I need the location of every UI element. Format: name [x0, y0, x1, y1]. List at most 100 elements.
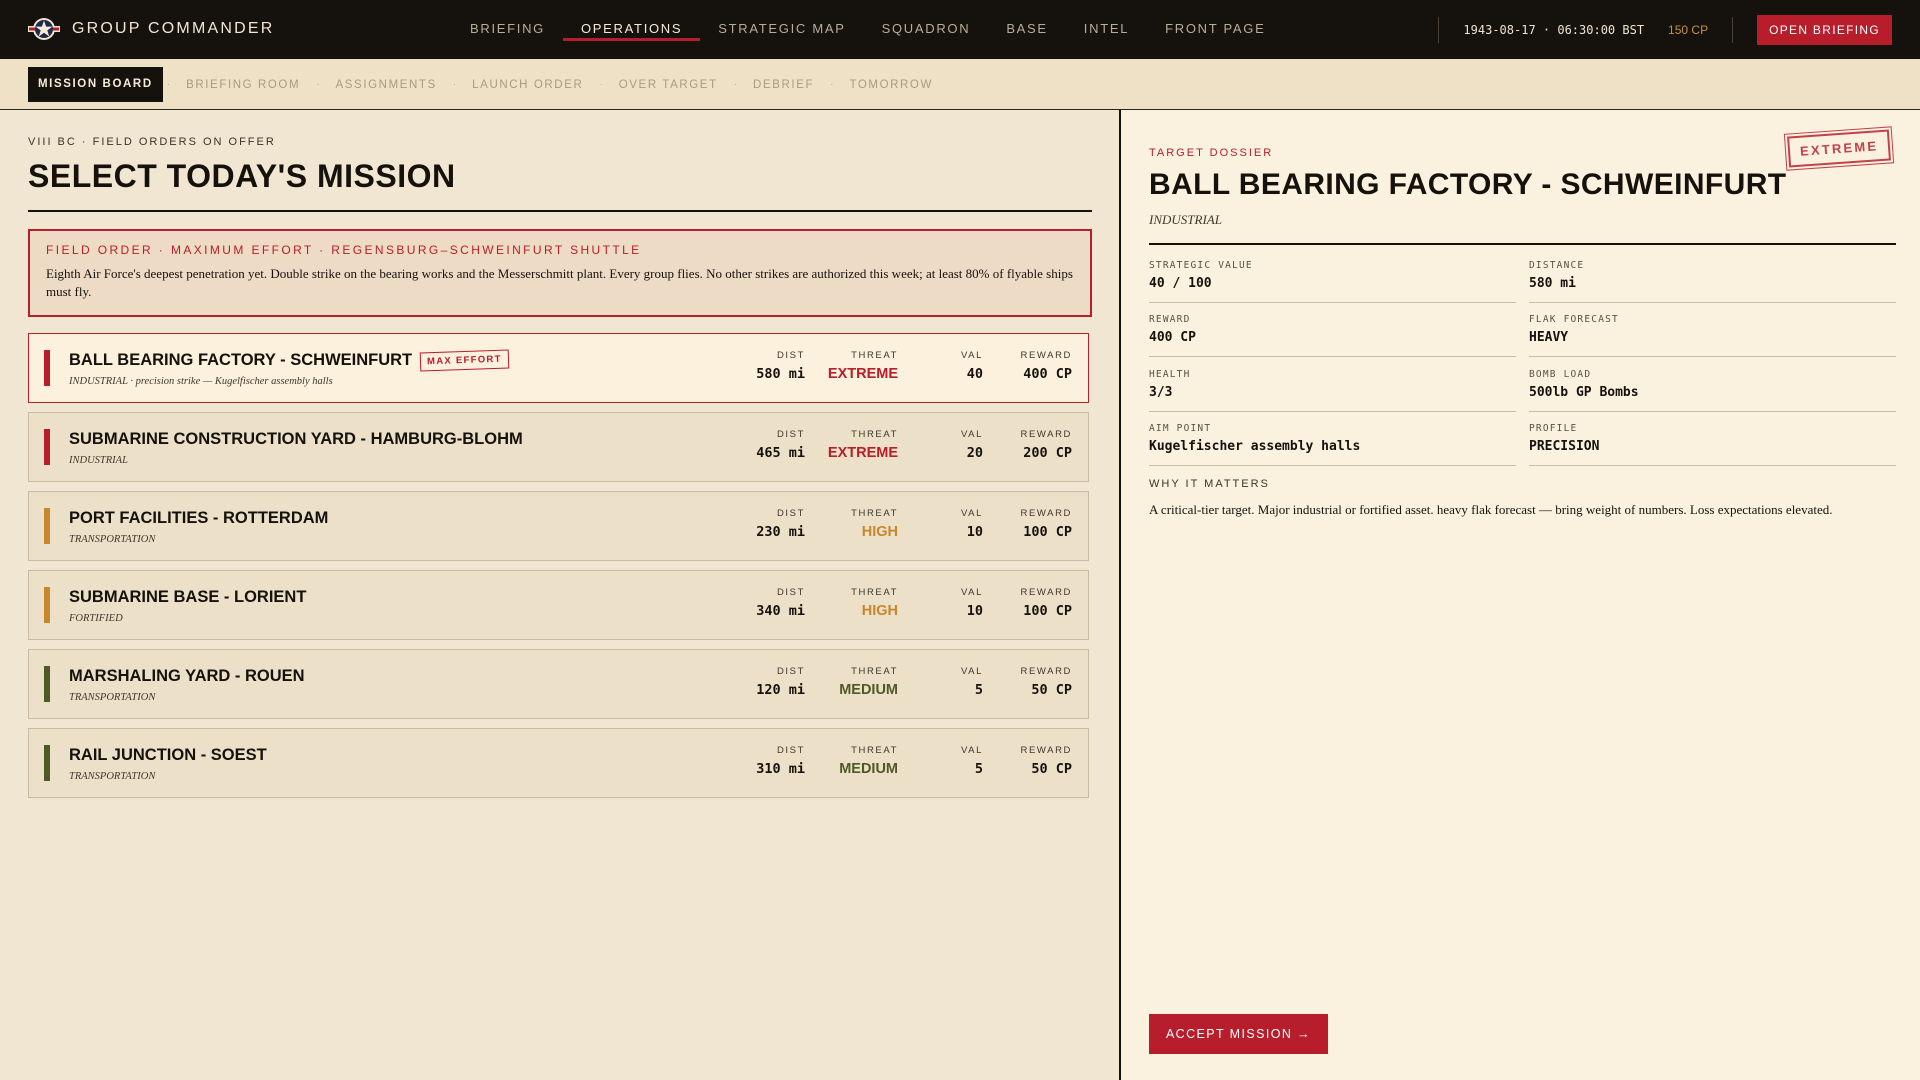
dossier-divider: [1149, 243, 1896, 245]
fact-value: 40 / 100: [1149, 276, 1212, 291]
stat-label: THREAT: [851, 429, 898, 440]
stat-label: DIST: [776, 508, 805, 519]
mission-row[interactable]: BALL BEARING FACTORY - SCHWEINFURT MAX EF…: [28, 333, 1089, 403]
stat-label: DIST: [776, 587, 805, 598]
step-launch-order[interactable]: LAUNCH ORDER: [460, 79, 595, 91]
stat-reward: REWARD 50 CP: [1021, 666, 1072, 698]
divider: [1438, 16, 1440, 43]
stat-label: VAL: [960, 666, 983, 677]
divider: [1732, 16, 1734, 43]
fact-value: 3/3: [1149, 385, 1173, 400]
step-tomorrow[interactable]: TOMORROW: [837, 79, 945, 91]
nav-strategic-map[interactable]: STRATEGIC MAP: [700, 0, 863, 59]
fact-value: 500lb GP Bombs: [1529, 385, 1639, 400]
stat-label: THREAT: [851, 508, 898, 519]
nav-operations[interactable]: OPERATIONS: [563, 0, 701, 59]
nav-briefing[interactable]: BRIEFING: [452, 0, 563, 59]
stat-val: VAL 10: [961, 587, 983, 619]
nav-intel[interactable]: INTEL: [1066, 0, 1147, 59]
stat-value: 120 mi: [756, 682, 805, 698]
stat-threat: THREAT MEDIUM: [839, 666, 898, 698]
stat-value: MEDIUM: [839, 682, 898, 698]
fact-label: AIM POINT: [1149, 423, 1212, 434]
stat-value: 5: [974, 761, 983, 777]
mission-name: RAIL JUNCTION - SOEST: [69, 746, 267, 765]
game-datetime: 1943-08-17 · 06:30:00 BST: [1463, 22, 1645, 37]
fact-reward: REWARD 400 CP: [1149, 314, 1516, 357]
stat-label: VAL: [960, 429, 983, 440]
fact-label: FLAK FORECAST: [1529, 314, 1619, 325]
step-separator: ·: [599, 79, 603, 90]
stat-value: 20: [966, 445, 983, 461]
mission-row[interactable]: SUBMARINE CONSTRUCTION YARD - HAMBURG-BL…: [28, 412, 1089, 482]
stat-value: HIGH: [861, 524, 898, 540]
step-over-target[interactable]: OVER TARGET: [607, 79, 730, 91]
stat-value: 50 CP: [1031, 682, 1072, 698]
mission-row[interactable]: SUBMARINE BASE - LORIENT FORTIFIED DIST 340…: [28, 570, 1089, 640]
nav-base[interactable]: BASE: [988, 0, 1065, 59]
mission-category: FORTIFIED: [69, 613, 123, 624]
stat-label: VAL: [960, 745, 983, 756]
fact-label: HEALTH: [1149, 369, 1191, 380]
mission-list: BALL BEARING FACTORY - SCHWEINFURT MAX EF…: [28, 333, 1089, 807]
mission-row[interactable]: MARSHALING YARD - ROUEN TRANSPORTATION DIS…: [28, 649, 1089, 719]
field-order-text: Eighth Air Force's deepest penetration y…: [46, 266, 1073, 299]
mission-name-text: RAIL JUNCTION - SOEST: [69, 746, 267, 764]
stat-label: THREAT: [851, 745, 898, 756]
stat-value: 580 mi: [756, 366, 805, 382]
top-bar: GROUP COMMANDER BRIEFING OPERATIONS STRA…: [0, 0, 1920, 59]
field-order-notice: FIELD ORDER · MAXIMUM EFFORT · REGENSBUR…: [28, 229, 1092, 317]
mission-category: TRANSPORTATION: [69, 534, 156, 545]
stat-label: THREAT: [851, 666, 898, 677]
stat-value: 100 CP: [1023, 524, 1072, 540]
stat-val: VAL 20: [961, 429, 983, 461]
step-assignments[interactable]: ASSIGNMENTS: [324, 79, 449, 91]
step-briefing-room[interactable]: BRIEFING ROOM: [174, 79, 312, 91]
mission-category: TRANSPORTATION: [69, 771, 156, 782]
stat-label: VAL: [960, 350, 983, 361]
open-briefing-button[interactable]: OPEN BRIEFING: [1757, 14, 1892, 45]
stat-label: REWARD: [1020, 508, 1072, 519]
stat-label: REWARD: [1020, 350, 1072, 361]
step-separator: ·: [452, 79, 457, 90]
stat-label: VAL: [960, 587, 983, 598]
stat-val: VAL 5: [961, 666, 983, 698]
stat-value: 230 mi: [756, 524, 805, 540]
stat-value: MEDIUM: [839, 761, 898, 777]
step-debrief[interactable]: DEBRIEF: [741, 79, 826, 91]
mission-name-text: SUBMARINE BASE - LORIENT: [69, 588, 307, 606]
accept-mission-button[interactable]: ACCEPT MISSION →: [1149, 1014, 1328, 1054]
board-kicker: VIII BC · FIELD ORDERS ON OFFER: [28, 136, 276, 148]
mission-name: MARSHALING YARD - ROUEN: [69, 667, 305, 686]
nav-front-page[interactable]: FRONT PAGE: [1147, 0, 1283, 59]
stat-dist: DIST 120 mi: [756, 666, 805, 698]
stat-label: REWARD: [1020, 666, 1072, 677]
mission-row[interactable]: PORT FACILITIES - ROTTERDAM TRANSPORTATIO…: [28, 491, 1089, 561]
fact-profile: PROFILE PRECISION: [1529, 423, 1896, 466]
stat-reward: REWARD 400 CP: [1021, 350, 1072, 382]
threat-indicator: [44, 429, 50, 465]
mission-row[interactable]: RAIL JUNCTION - SOEST TRANSPORTATION DIST 3…: [28, 728, 1089, 798]
fact-bomb-load: BOMB LOAD 500lb GP Bombs: [1529, 369, 1896, 412]
step-separator: ·: [733, 79, 738, 90]
stat-value: 10: [966, 603, 983, 619]
stat-value: 50 CP: [1031, 761, 1072, 777]
stat-label: DIST: [776, 350, 805, 361]
title-divider: [28, 210, 1092, 212]
command-points: 150 CP: [1668, 22, 1709, 37]
stat-value: 400 CP: [1023, 366, 1072, 382]
stat-label: DIST: [776, 745, 805, 756]
fact-value: PRECISION: [1529, 439, 1600, 454]
step-mission-board[interactable]: MISSION BOARD: [28, 67, 163, 102]
stat-reward: REWARD 100 CP: [1021, 508, 1072, 540]
nav-squadron[interactable]: SQUADRON: [864, 0, 989, 59]
stat-reward: REWARD 200 CP: [1021, 429, 1072, 461]
stat-value: 200 CP: [1023, 445, 1072, 461]
fact-value: HEAVY: [1529, 330, 1569, 345]
stat-threat: THREAT MEDIUM: [839, 745, 898, 777]
step-separator: ·: [830, 79, 834, 90]
brand[interactable]: GROUP COMMANDER: [28, 14, 275, 44]
stat-value: 310 mi: [756, 761, 805, 777]
mission-name-text: BALL BEARING FACTORY - SCHWEINFURT: [69, 351, 413, 369]
star-insignia-icon: [28, 18, 60, 40]
